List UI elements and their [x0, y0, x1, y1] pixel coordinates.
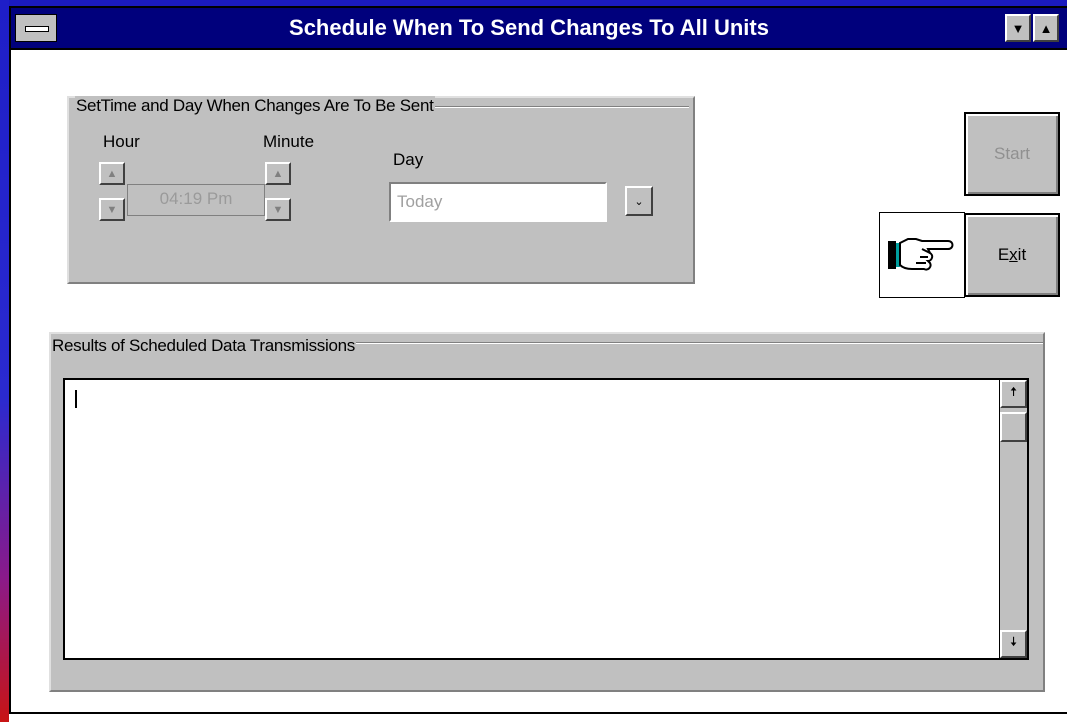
text-caret — [75, 390, 77, 408]
exit-button-label: Exit — [997, 245, 1027, 264]
schedule-groupbox: SetTime and Day When Changes Are To Be S… — [67, 96, 695, 284]
scroll-up-button[interactable]: 🠅 — [1000, 380, 1027, 408]
dialog-window: Schedule When To Send Changes To All Uni… — [9, 6, 1067, 714]
hour-down-button[interactable]: ▼ — [99, 198, 125, 221]
triangle-up-icon: ▲ — [1039, 20, 1053, 36]
schedule-group-label: SetTime and Day When Changes Are To Be S… — [75, 96, 435, 116]
pointing-hand-icon — [888, 238, 954, 271]
arrow-down-icon: ▼ — [272, 203, 284, 216]
minimize-button[interactable]: ▼ — [1005, 14, 1031, 42]
start-button[interactable]: Start — [964, 112, 1060, 196]
window-title: Schedule When To Send Changes To All Uni… — [289, 15, 769, 40]
title-bar: Schedule When To Send Changes To All Uni… — [11, 8, 1067, 50]
results-group-label: Results of Scheduled Data Transmissions — [51, 336, 356, 356]
results-groupbox: Results of Scheduled Data Transmissions … — [49, 332, 1045, 692]
arrow-down-icon: 🠇 — [1009, 634, 1018, 649]
arrow-up-icon: ▲ — [106, 167, 118, 180]
results-scrollbar[interactable]: 🠅 🠇 — [999, 380, 1027, 658]
arrow-up-icon: ▲ — [272, 167, 284, 180]
hour-label: Hour — [103, 132, 140, 151]
day-label: Day — [393, 150, 424, 169]
results-textarea[interactable]: 🠅 🠇 — [63, 378, 1029, 660]
minute-label: Minute — [263, 132, 315, 151]
minute-down-button[interactable]: ▼ — [265, 198, 291, 221]
exit-button[interactable]: Exit — [964, 213, 1060, 297]
pointer-indicator — [879, 212, 965, 298]
dropdown-arrow-icon: ⌄ — [634, 195, 644, 208]
day-dropdown-button[interactable]: ⌄ — [625, 186, 653, 216]
day-field[interactable]: Today — [389, 182, 607, 222]
system-menu-button[interactable] — [15, 14, 57, 42]
maximize-button[interactable]: ▲ — [1033, 14, 1059, 42]
scroll-down-button[interactable]: 🠇 — [1000, 630, 1027, 658]
arrow-down-icon: ▼ — [106, 203, 118, 216]
system-menu-icon — [25, 26, 49, 32]
desktop-left-edge — [0, 0, 9, 722]
time-field[interactable]: 04:19 Pm — [127, 184, 265, 216]
minute-up-button[interactable]: ▲ — [265, 162, 291, 185]
triangle-down-icon: ▼ — [1011, 20, 1025, 36]
arrow-up-icon: 🠅 — [1009, 384, 1018, 399]
scroll-thumb[interactable] — [1000, 412, 1027, 442]
hour-up-button[interactable]: ▲ — [99, 162, 125, 185]
